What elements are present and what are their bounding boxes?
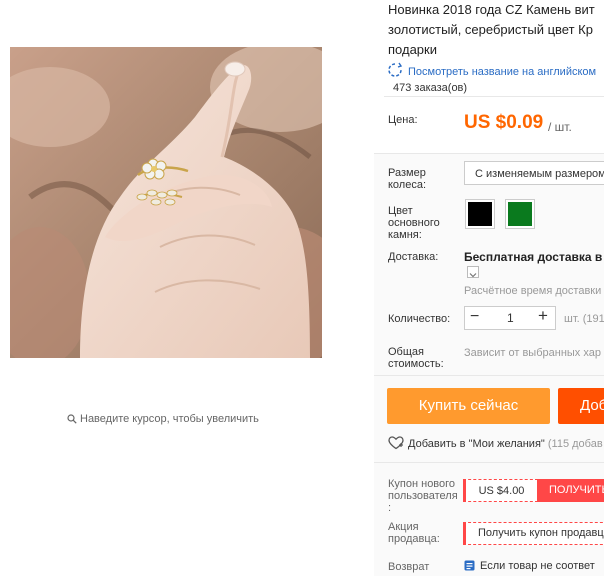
shipping-value[interactable]: Бесплатная доставка в Ru xyxy=(464,250,604,264)
price-unit: / шт. xyxy=(548,120,572,134)
coupon-amount: US $4.00 xyxy=(463,479,538,502)
product-title-line: золотистый, серебристый цвет Кр xyxy=(388,22,593,37)
divider xyxy=(374,462,604,463)
product-title-line: подарки xyxy=(388,42,437,57)
shipping-label: Доставка: xyxy=(388,251,439,263)
shipping-estimate: Расчётное время доставки xyxy=(464,285,602,297)
swatch-fill xyxy=(508,202,532,226)
get-seller-coupon-button[interactable]: Получить купон продавц xyxy=(463,522,604,545)
divider xyxy=(384,96,604,97)
product-title: Новинка 2018 года CZ Камень вит золотист… xyxy=(388,0,604,60)
returns-text: Если товар не соответ xyxy=(480,560,595,572)
translate-link[interactable]: Посмотреть название на английском xyxy=(387,62,596,78)
product-image[interactable] xyxy=(10,47,322,358)
color-swatch-black[interactable] xyxy=(465,199,495,229)
get-coupon-button[interactable]: ПОЛУЧИТЬ xyxy=(537,479,604,502)
quantity-stock: шт. (191 xyxy=(564,313,604,325)
returns-value: Если товар не соответ xyxy=(464,560,595,572)
size-select[interactable]: С изменяемым размером xyxy=(464,161,604,185)
orders-count: 473 заказа(ов) xyxy=(393,82,468,94)
price-value: US $0.09 xyxy=(464,112,544,133)
size-label: Размер колеса: xyxy=(388,167,427,191)
heart-icon xyxy=(388,436,404,450)
seller-promo-label: Акция продавца: xyxy=(388,521,440,545)
returns-label: Возврат xyxy=(388,561,430,573)
total-value: Зависит от выбранных хар xyxy=(464,347,601,359)
product-title-line: Новинка 2018 года CZ Камень вит xyxy=(388,2,595,17)
divider xyxy=(374,153,604,154)
add-to-wishlist-link[interactable]: Добавить в "Мои желания" (115 добав xyxy=(388,436,603,450)
quantity-decrease-button[interactable]: − xyxy=(470,308,479,326)
swatch-fill xyxy=(468,202,492,226)
zoom-hint: Наведите курсор, чтобы увеличить xyxy=(67,413,259,425)
color-swatch-green[interactable] xyxy=(505,199,535,229)
wishlist-label[interactable]: Добавить в "Мои желания" xyxy=(408,438,545,450)
stone-color-label: Цвет основного камня: xyxy=(388,205,440,241)
total-label: Общая стоимость: xyxy=(388,346,444,370)
buy-now-button[interactable]: Купить сейчас xyxy=(387,388,550,424)
quantity-increase-button[interactable]: + xyxy=(538,306,548,326)
divider xyxy=(374,375,604,376)
new-user-coupon-label: Купон нового пользователя : xyxy=(388,478,458,514)
return-policy-icon xyxy=(464,560,475,571)
translate-icon xyxy=(388,62,403,77)
translate-link-text[interactable]: Посмотреть название на английском xyxy=(408,66,596,78)
magnifier-icon xyxy=(67,414,77,424)
wishlist-count: (115 добав xyxy=(547,438,603,450)
zoom-hint-text: Наведите курсор, чтобы увеличить xyxy=(80,413,259,425)
add-to-cart-button[interactable]: Доб xyxy=(558,388,604,424)
quantity-label: Количество: xyxy=(388,313,451,325)
chevron-down-icon[interactable] xyxy=(467,266,479,278)
price-label: Цена: xyxy=(388,114,418,126)
quantity-input[interactable]: 1 xyxy=(507,311,514,325)
